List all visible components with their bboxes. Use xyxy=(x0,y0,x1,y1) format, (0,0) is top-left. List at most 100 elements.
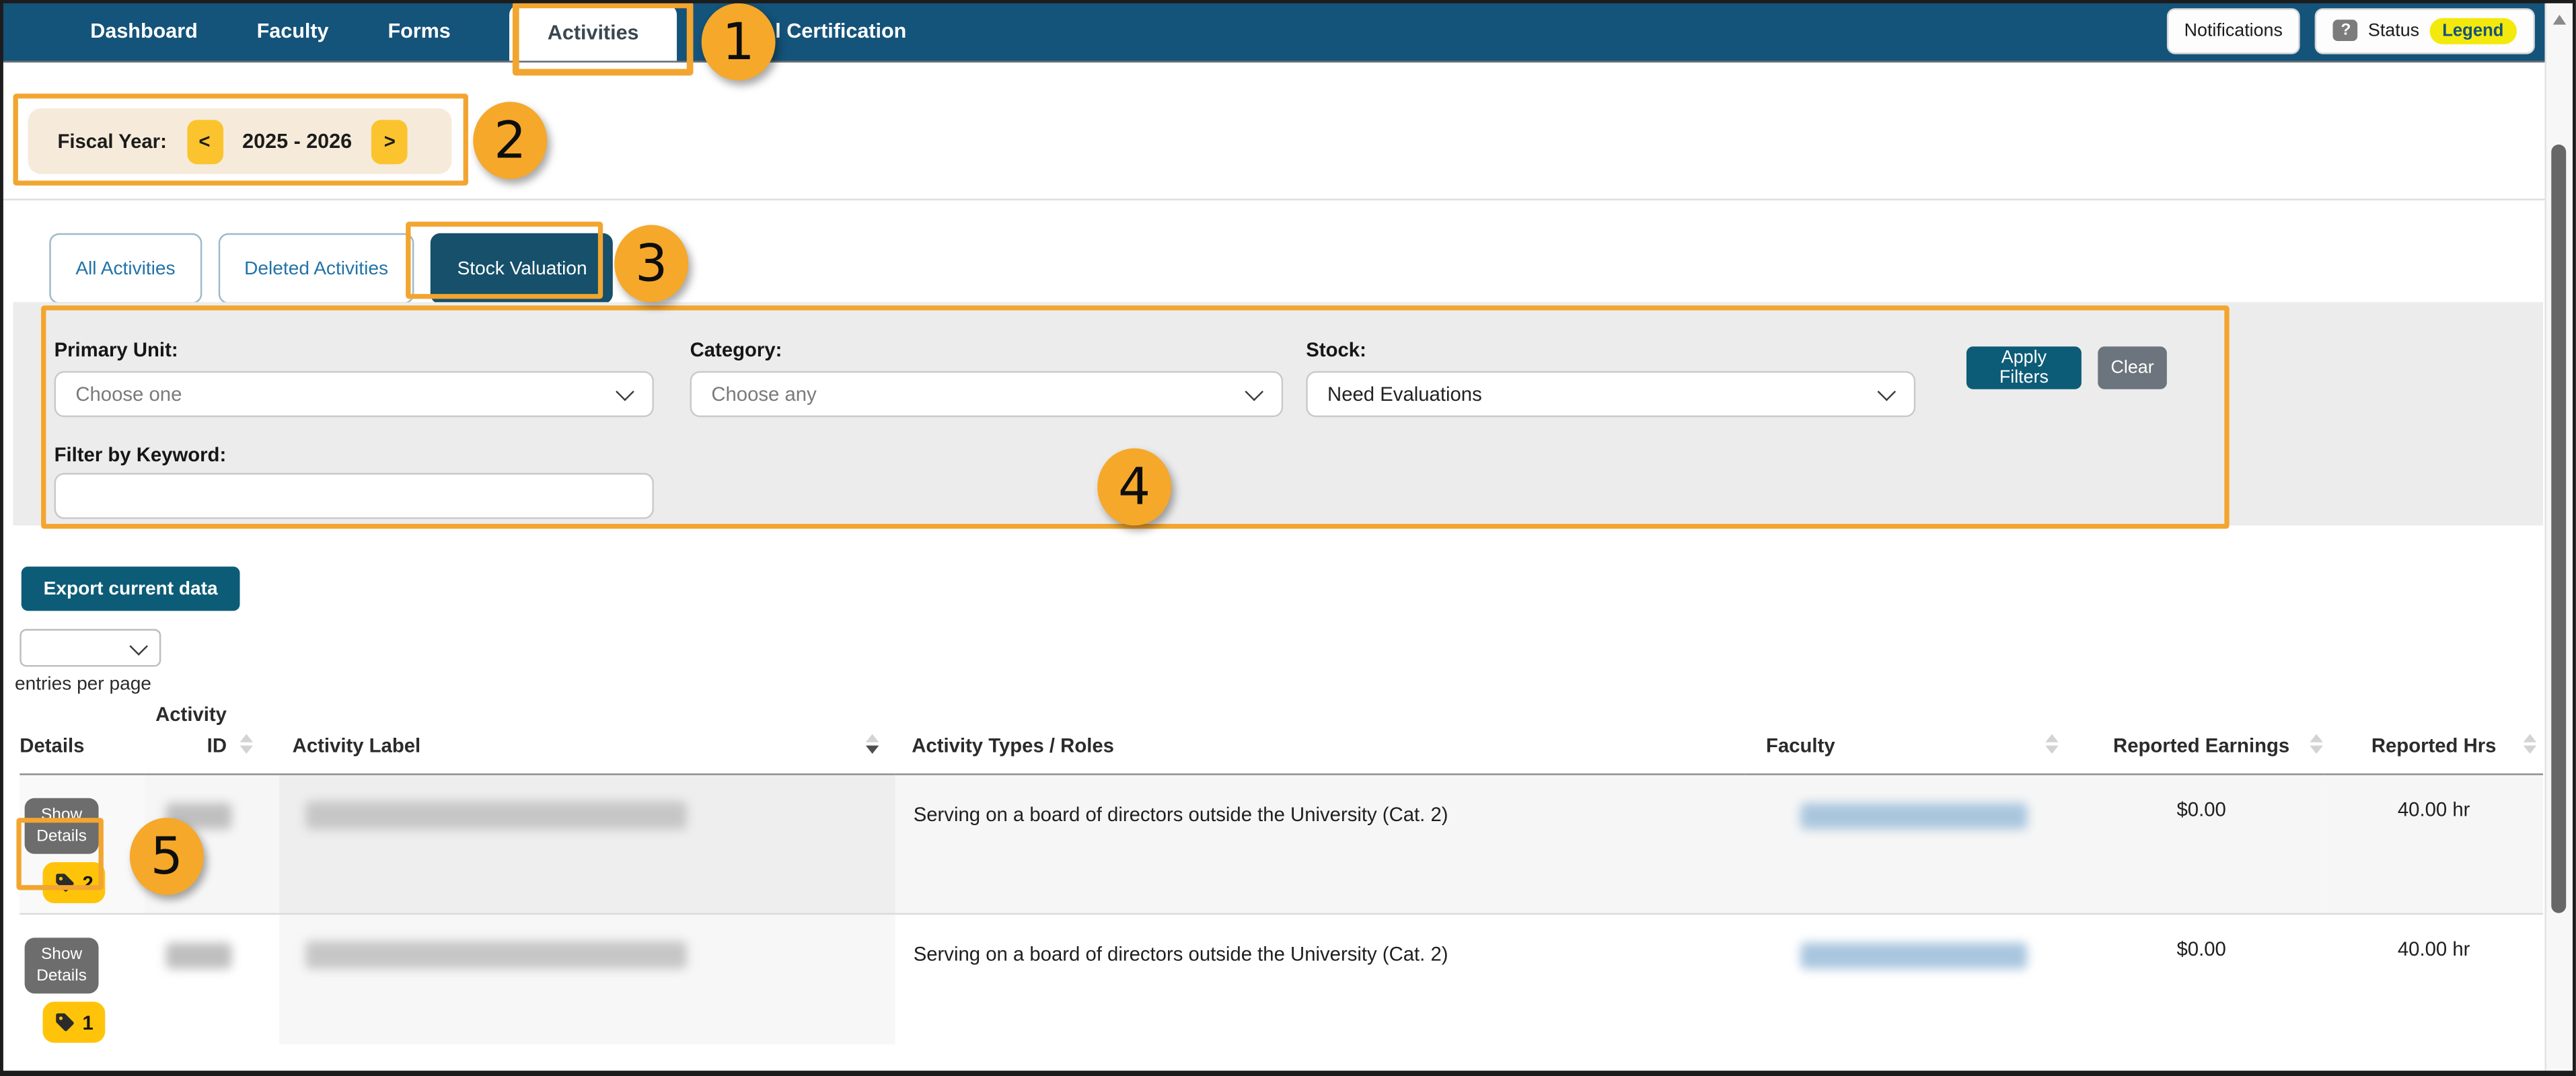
nav-item-faculty[interactable]: Faculty xyxy=(257,19,329,42)
sort-icon[interactable] xyxy=(2310,734,2323,754)
redacted-activity-id xyxy=(166,804,232,830)
activity-types-cell: Serving on a board of directors outside … xyxy=(895,915,1744,1045)
tab-deleted-activities[interactable]: Deleted Activities xyxy=(218,233,414,304)
column-header-activity-types: Activity Types / Roles xyxy=(895,699,1744,775)
activities-table: Details Activity ID Activity Label Activ… xyxy=(20,699,2543,1045)
entries-per-page-label: entries per page xyxy=(15,675,2576,695)
redacted-activity-label xyxy=(305,942,687,970)
column-header-activity-id-label: Activity ID xyxy=(155,703,227,757)
clear-filters-button[interactable]: Clear xyxy=(2098,346,2167,389)
sort-icon[interactable] xyxy=(2045,734,2059,754)
sort-icon-active-desc[interactable] xyxy=(866,734,879,754)
redacted-faculty-link[interactable] xyxy=(1800,804,2027,830)
legend-badge: Legend xyxy=(2429,17,2517,44)
scrollbar-thumb[interactable] xyxy=(2551,145,2566,913)
activity-id-cell xyxy=(145,775,279,915)
fiscal-year-selector: Fiscal Year: < 2025 - 2026 > xyxy=(28,108,452,174)
activity-types-text: Serving on a board of directors outside … xyxy=(897,799,1743,829)
column-header-reported-hrs[interactable]: Reported Hrs xyxy=(2324,699,2543,775)
column-header-activity-label[interactable]: Activity Label xyxy=(279,699,895,775)
activities-view-tabs: All Activities Deleted Activities Stock … xyxy=(0,200,2576,302)
activity-types-text: Serving on a board of directors outside … xyxy=(897,938,1743,968)
nav-item-dashboard[interactable]: Dashboard xyxy=(90,19,197,42)
activity-types-cell: Serving on a board of directors outside … xyxy=(895,775,1744,915)
fiscal-year-next-button[interactable]: > xyxy=(371,119,408,163)
chevron-down-icon xyxy=(1245,383,1263,401)
show-details-button[interactable]: Show Details xyxy=(25,799,99,855)
reported-earnings-cell: $0.00 xyxy=(2078,915,2324,1045)
fiscal-year-value: 2025 - 2026 xyxy=(242,130,352,153)
tag-icon xyxy=(54,1012,76,1034)
primary-unit-value: Choose one xyxy=(75,383,616,406)
keyword-filter-label: Filter by Keyword: xyxy=(54,443,227,466)
nav-item-activities-label: Activities xyxy=(548,22,639,44)
chevron-down-icon xyxy=(129,636,148,655)
stock-select[interactable]: Need Evaluations xyxy=(1306,371,1915,417)
category-select[interactable]: Choose any xyxy=(690,371,1284,417)
fiscal-year-label: Fiscal Year: xyxy=(57,130,166,153)
help-question-icon: ? xyxy=(2334,20,2359,41)
primary-unit-select[interactable]: Choose one xyxy=(54,371,654,417)
activity-label-cell xyxy=(279,775,895,915)
category-value: Choose any xyxy=(711,383,1245,406)
reported-hrs-cell: 40.00 hr xyxy=(2324,775,2543,915)
reported-hrs-cell: 40.00 hr xyxy=(2324,915,2543,1045)
faculty-cell xyxy=(1744,775,2078,915)
column-header-reported-hrs-label: Reported Hrs xyxy=(2371,734,2497,757)
tags-button[interactable]: 1 xyxy=(42,1002,105,1043)
reported-earnings-cell: $0.00 xyxy=(2078,775,2324,915)
sort-icon[interactable] xyxy=(240,734,254,754)
details-cell: Show Details 2 xyxy=(20,775,145,915)
tab-stock-valuation[interactable]: Stock Valuation xyxy=(431,233,614,304)
column-header-activity-id[interactable]: Activity ID xyxy=(145,699,279,775)
status-label: Status xyxy=(2368,21,2419,40)
show-details-button[interactable]: Show Details xyxy=(25,938,99,994)
notifications-label: Notifications xyxy=(2184,21,2283,40)
nav-item-forms[interactable]: Forms xyxy=(388,19,450,42)
notifications-button[interactable]: Notifications xyxy=(2166,7,2301,53)
details-cell: Show Details 1 xyxy=(20,915,145,1045)
redacted-activity-label xyxy=(305,802,687,831)
tags-button[interactable]: 2 xyxy=(42,863,105,904)
faculty-cell xyxy=(1744,915,2078,1045)
column-header-faculty-label: Faculty xyxy=(1766,734,1835,757)
nav-item-activities-active[interactable]: Activities xyxy=(510,5,677,61)
column-header-details: Details xyxy=(20,699,145,775)
sort-icon[interactable] xyxy=(2524,734,2537,754)
top-navbar: Dashboard Faculty Forms Activities l Cer… xyxy=(0,0,2548,63)
tag-count: 2 xyxy=(82,872,93,894)
redacted-faculty-link[interactable] xyxy=(1800,944,2027,970)
export-current-data-button[interactable]: Export current data xyxy=(22,566,240,611)
table-row: Show Details 1 Serving on a board of dir… xyxy=(20,915,2543,1045)
activity-id-cell xyxy=(145,915,279,1045)
column-header-activity-label-label: Activity Label xyxy=(293,734,421,757)
tab-all-activities[interactable]: All Activities xyxy=(49,233,201,304)
table-header-row: Details Activity ID Activity Label Activ… xyxy=(20,699,2543,775)
scrollbar-up-arrow-icon[interactable] xyxy=(2553,15,2567,25)
chevron-down-icon xyxy=(616,383,634,401)
status-legend-button[interactable]: ? Status Legend xyxy=(2316,7,2535,53)
table-row: Show Details 2 Serving on a board of dir… xyxy=(20,775,2543,915)
stock-value: Need Evaluations xyxy=(1327,383,1878,406)
vertical-scrollbar[interactable] xyxy=(2545,3,2573,1071)
stock-label: Stock: xyxy=(1306,338,1366,361)
redacted-activity-id xyxy=(166,944,232,970)
fiscal-year-section: Fiscal Year: < 2025 - 2026 > xyxy=(0,63,2576,200)
tag-icon xyxy=(54,873,76,894)
primary-unit-label: Primary Unit: xyxy=(54,338,178,361)
chevron-down-icon xyxy=(1877,383,1896,401)
column-header-faculty[interactable]: Faculty xyxy=(1744,699,2078,775)
column-header-reported-earnings[interactable]: Reported Earnings xyxy=(2078,699,2324,775)
fiscal-year-prev-button[interactable]: < xyxy=(186,119,223,163)
nav-item-certification[interactable]: l Certification xyxy=(775,19,906,42)
app-window: Dashboard Faculty Forms Activities l Cer… xyxy=(0,0,2576,1076)
filters-panel: Primary Unit: Choose one Category: Choos… xyxy=(13,302,2544,525)
column-header-reported-earnings-label: Reported Earnings xyxy=(2113,734,2289,757)
entries-per-page-select[interactable] xyxy=(20,629,161,666)
activity-label-cell xyxy=(279,915,895,1045)
navbar-right-group: Notifications ? Status Legend xyxy=(2166,7,2535,53)
tag-count: 1 xyxy=(82,1011,93,1034)
apply-filters-button[interactable]: Apply Filters xyxy=(1966,346,2082,389)
keyword-filter-input[interactable] xyxy=(54,473,654,518)
category-label: Category: xyxy=(690,338,782,361)
